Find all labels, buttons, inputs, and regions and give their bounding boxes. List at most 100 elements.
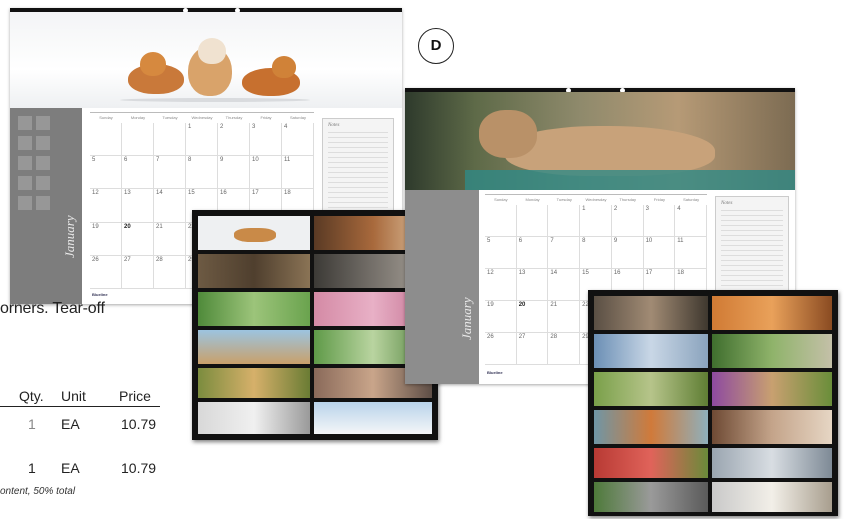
date-cell: 21 xyxy=(548,301,581,333)
column-header-price: Price xyxy=(119,388,151,404)
collage-photo xyxy=(594,448,708,478)
mini-calendar xyxy=(18,176,32,190)
date-cell: 11 xyxy=(675,237,707,269)
date-cell: 8 xyxy=(186,156,218,190)
day-header: Saturday xyxy=(289,115,306,120)
day-header: Monday xyxy=(525,197,540,202)
date-cell: 19 xyxy=(90,222,122,256)
row-1-qty: 1 xyxy=(28,416,36,432)
date-cell: 2 xyxy=(218,123,250,157)
month-label: January xyxy=(459,297,474,340)
dog-center-face xyxy=(198,38,226,64)
dog-photo xyxy=(10,12,402,108)
date-cell: 28 xyxy=(548,333,581,365)
date-cell: 2 xyxy=(611,205,644,237)
day-header: Tuesday xyxy=(162,115,178,120)
mini-calendar xyxy=(18,116,32,130)
date-cell: 1 xyxy=(580,205,612,237)
collage-photo xyxy=(712,448,832,478)
date-cell: 5 xyxy=(90,156,122,190)
mini-calendar xyxy=(18,136,32,150)
calendar-sidebar: January xyxy=(405,190,479,384)
row-2-qty: 1 xyxy=(28,460,36,476)
dog-head-left xyxy=(140,52,166,76)
day-header: Saturday xyxy=(683,197,700,202)
collage-photo xyxy=(712,296,832,330)
date-cell: 27 xyxy=(516,333,549,365)
day-header: Wednesday xyxy=(191,115,213,120)
brand-logo: Blueline xyxy=(487,370,503,375)
dog-shadow xyxy=(120,98,310,102)
collage-photo xyxy=(314,402,432,434)
day-header: Friday xyxy=(260,115,272,120)
collage-photo xyxy=(198,368,310,398)
date-cell: 9 xyxy=(611,237,644,269)
date-cell: 8 xyxy=(580,237,612,269)
date-cell xyxy=(90,123,122,157)
calendar-sidebar: January xyxy=(10,108,82,304)
date-cell: 20 xyxy=(122,222,154,256)
collage-photo xyxy=(198,254,310,288)
column-header-unit: Unit xyxy=(61,388,86,404)
day-header: Thursday xyxy=(619,197,637,202)
date-cell: 12 xyxy=(485,269,517,301)
day-header: Friday xyxy=(653,197,665,202)
mini-calendar xyxy=(18,196,32,210)
column-header-qty: Qty. xyxy=(19,388,44,404)
date-cell: 9 xyxy=(218,156,250,190)
mini-calendar xyxy=(36,136,50,150)
date-cell xyxy=(154,123,186,157)
collage-photo xyxy=(594,482,708,512)
row-1-price: 10.79 xyxy=(121,416,157,432)
date-cell: 6 xyxy=(122,156,154,190)
notes-title: Notes xyxy=(721,201,733,206)
day-header: Tuesday xyxy=(556,197,572,202)
notes-title: Notes xyxy=(328,123,340,128)
collage-photo xyxy=(712,410,832,444)
row-2-price: 10.79 xyxy=(121,460,157,476)
table-header-rule xyxy=(0,406,160,407)
cat-photo-collage xyxy=(588,290,838,516)
mini-calendar xyxy=(36,196,50,210)
dog-photo-collage xyxy=(192,210,438,440)
date-cell xyxy=(485,205,517,237)
date-cell: 21 xyxy=(154,222,186,256)
product-description: orners. Tear-off xyxy=(0,300,105,317)
day-header: Sunday xyxy=(494,197,508,202)
row-1-unit: EA xyxy=(61,416,80,432)
date-cell: 13 xyxy=(516,269,549,301)
date-cell: 5 xyxy=(485,237,517,269)
mini-calendar xyxy=(18,156,32,170)
date-cell: 7 xyxy=(548,237,581,269)
date-cell: 28 xyxy=(154,255,186,289)
date-cell: 7 xyxy=(154,156,186,190)
collage-photo xyxy=(594,372,708,406)
date-cell: 4 xyxy=(675,205,707,237)
date-cell: 26 xyxy=(90,255,122,289)
date-cell: 26 xyxy=(485,333,517,365)
collage-photo xyxy=(594,296,708,330)
mini-calendar xyxy=(36,116,50,130)
collage-photo xyxy=(594,334,708,368)
date-cell: 13 xyxy=(122,189,154,223)
collage-photo xyxy=(198,216,310,250)
mini-calendar xyxy=(36,176,50,190)
collage-photo xyxy=(198,292,310,326)
date-cell: 4 xyxy=(282,123,314,157)
date-cell: 6 xyxy=(516,237,549,269)
collage-photo xyxy=(712,372,832,406)
mini-calendar xyxy=(36,156,50,170)
cat-blanket xyxy=(465,170,795,190)
date-cell: 19 xyxy=(485,301,517,333)
collage-photo xyxy=(198,402,310,434)
date-cell xyxy=(548,205,581,237)
brand-logo: Blueline xyxy=(92,292,108,297)
date-cell: 10 xyxy=(643,237,676,269)
recycled-content-footnote: ontent, 50% total xyxy=(0,486,76,497)
date-cell: 10 xyxy=(250,156,282,190)
row-2-unit: EA xyxy=(61,460,80,476)
day-header: Thursday xyxy=(225,115,243,120)
dog-head-right xyxy=(272,56,296,78)
date-cell: 20 xyxy=(516,301,549,333)
collage-photo xyxy=(198,330,310,364)
